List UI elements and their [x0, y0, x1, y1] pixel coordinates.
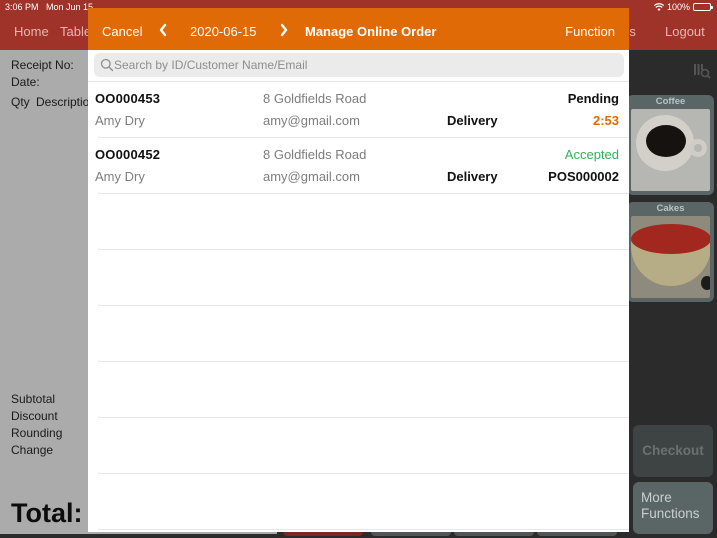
order-row[interactable]: OO000453 8 Goldfields Road Pending Amy D…	[88, 82, 629, 138]
nav-home[interactable]: Home	[14, 24, 49, 39]
category-tile-coffee[interactable]: Coffee	[627, 95, 714, 195]
modal-title: Manage Online Order	[305, 24, 437, 39]
pending-timer: 2:53	[592, 113, 619, 128]
product-panel: Coffee Cakes Checkout More Functions	[625, 50, 717, 538]
empty-list-row	[88, 250, 629, 306]
search-bar	[94, 53, 624, 77]
customer-email: amy@gmail.com	[263, 113, 360, 128]
strawberry-cake-image	[631, 216, 710, 298]
order-status: Pending	[567, 91, 619, 106]
order-row[interactable]: OO000452 8 Goldfields Road Accepted Amy …	[88, 138, 629, 194]
empty-list-row	[88, 418, 629, 474]
empty-list-row	[88, 474, 629, 530]
status-time: 3:06 PM	[5, 2, 39, 12]
more-functions-label-line2: Functions	[641, 506, 700, 521]
coffee-cup-image	[631, 109, 710, 191]
order-type: Delivery	[447, 169, 498, 184]
search-input[interactable]	[114, 53, 614, 77]
rounding-label: Rounding	[11, 426, 63, 440]
description-column-header: Descriptio	[36, 95, 90, 109]
bottom-tab[interactable]	[283, 532, 363, 536]
empty-list-row	[88, 362, 629, 418]
nav-table[interactable]: Table	[60, 24, 91, 39]
modal-header: Cancel 2020-06-15 Manage Online Order Fu…	[88, 8, 629, 50]
customer-name: Amy Dry	[95, 169, 145, 184]
function-button[interactable]: Function	[565, 24, 615, 39]
more-functions-label-line1: More	[641, 490, 672, 505]
category-tile-cakes[interactable]: Cakes	[627, 202, 714, 302]
order-id: OO000453	[95, 91, 161, 106]
receipt-no-label: Receipt No:	[11, 58, 74, 72]
order-id: OO000452	[95, 147, 161, 162]
battery-icon	[693, 3, 713, 11]
nav-logout[interactable]: Logout	[665, 24, 705, 39]
more-functions-button[interactable]: More Functions	[633, 482, 713, 534]
change-label: Change	[11, 443, 54, 457]
category-label: Cakes	[656, 203, 685, 214]
checkout-button[interactable]: Checkout	[633, 425, 713, 477]
bottom-tab[interactable]	[537, 532, 617, 536]
selected-date[interactable]: 2020-06-15	[190, 24, 257, 39]
previous-date-chevron-icon[interactable]	[157, 22, 169, 38]
category-label: Coffee	[655, 96, 686, 107]
bottom-tab[interactable]	[371, 532, 451, 536]
status-indicators: 100%	[653, 2, 713, 12]
bottom-tab[interactable]	[454, 532, 534, 536]
status-date: Mon Jun 15	[46, 2, 94, 12]
order-status: Accepted	[564, 147, 619, 162]
manage-online-order-modal: Cancel 2020-06-15 Manage Online Order Fu…	[88, 8, 629, 532]
filter-search-icon[interactable]	[693, 62, 711, 80]
battery-percentage: 100%	[666, 2, 690, 12]
date-label: Date:	[11, 75, 40, 89]
pos-receipt-number: POS000002	[548, 169, 619, 184]
empty-list-row	[88, 194, 629, 250]
order-list: OO000453 8 Goldfields Road Pending Amy D…	[88, 82, 629, 530]
wifi-icon	[653, 3, 664, 11]
customer-email: amy@gmail.com	[263, 169, 360, 184]
order-type: Delivery	[447, 113, 498, 128]
empty-list-row	[88, 306, 629, 362]
order-address: 8 Goldfields Road	[263, 147, 367, 162]
discount-label: Discount	[11, 409, 58, 423]
search-icon	[100, 58, 114, 72]
total-label: Total:	[11, 498, 83, 528]
subtotal-label: Subtotal	[11, 392, 56, 406]
customer-name: Amy Dry	[95, 113, 145, 128]
qty-column-header: Qty	[11, 95, 30, 109]
order-address: 8 Goldfields Road	[263, 91, 367, 106]
next-date-chevron-icon[interactable]	[278, 22, 290, 38]
cancel-button[interactable]: Cancel	[102, 24, 142, 39]
